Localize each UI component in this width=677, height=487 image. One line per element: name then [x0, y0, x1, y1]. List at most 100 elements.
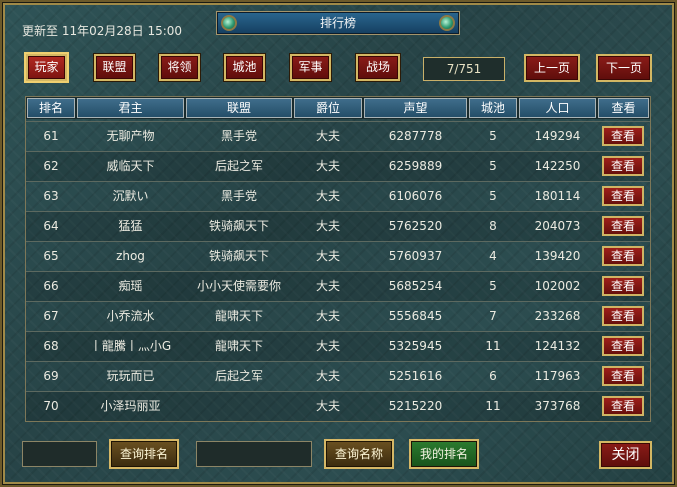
column-header-population[interactable]: 人口 [519, 98, 596, 118]
tab-military[interactable]: 军事 [290, 54, 331, 81]
lord-name-cell: 丨龍騰丨灬小G [89, 339, 172, 353]
column-header-alliance[interactable]: 联盟 [186, 98, 292, 118]
rank-cell: 69 [43, 369, 59, 383]
table-row: 69 玩玩而已 后起之军 大夫 5251616 6 117963 查看 [26, 361, 650, 391]
population-cell: 124132 [534, 339, 581, 353]
fame-cell: 6106076 [388, 189, 443, 203]
window-title-bar: 排行榜 [216, 11, 460, 35]
rank-cell: 70 [43, 399, 59, 413]
alliance-cell: 黑手党 [220, 129, 257, 143]
title-cell: 大夫 [315, 219, 340, 233]
rank-cell: 64 [43, 219, 59, 233]
rank-cell: 67 [43, 309, 59, 323]
population-cell: 142250 [534, 159, 581, 173]
alliance-cell: 龍啸天下 [214, 309, 263, 323]
view-button[interactable]: 查看 [602, 276, 644, 296]
title-cell: 大夫 [315, 369, 340, 383]
view-button[interactable]: 查看 [602, 336, 644, 356]
fame-cell: 5325945 [388, 339, 443, 353]
fame-cell: 5760937 [388, 249, 443, 263]
view-button[interactable]: 查看 [602, 126, 644, 146]
rank-cell: 61 [43, 129, 59, 143]
title-cell: 大夫 [315, 279, 340, 293]
alliance-cell: 小小天使需要你 [196, 279, 281, 293]
cities-cell: 5 [489, 159, 497, 173]
update-time-label: 更新至 11年02月28日 15:00 [22, 24, 183, 38]
population-cell: 204073 [534, 219, 581, 233]
my-rank-button[interactable]: 我的排名 [409, 439, 479, 469]
cities-cell: 5 [489, 189, 497, 203]
jade-ornament-icon [439, 15, 455, 31]
cities-cell: 5 [489, 279, 497, 293]
view-button[interactable]: 查看 [602, 306, 644, 326]
lord-name-cell: 小泽玛丽亚 [100, 399, 161, 413]
lord-name-cell: 玩玩而已 [106, 369, 155, 383]
lord-name-cell: zhog [116, 249, 145, 263]
table-header: 排名 君主 联盟 爵位 声望 城池 人口 查看 [26, 97, 650, 119]
rank-cell: 63 [43, 189, 59, 203]
table-row: 70 小泽玛丽亚 大夫 5215220 11 373768 查看 [26, 391, 650, 421]
alliance-cell: 后起之军 [214, 159, 263, 173]
lord-name-cell: 小乔流水 [106, 309, 155, 323]
population-cell: 180114 [534, 189, 581, 203]
fame-cell: 6259889 [388, 159, 443, 173]
table-row: 66 痴瑶 小小天使需要你 大夫 5685254 5 102002 查看 [26, 271, 650, 301]
column-header-rank[interactable]: 排名 [27, 98, 75, 118]
table-row: 65 zhog 铁骑飙天下 大夫 5760937 4 139420 查看 [26, 241, 650, 271]
lord-name-cell: 威临天下 [106, 159, 155, 173]
ranking-table: 排名 君主 联盟 爵位 声望 城池 人口 查看 61 无聊产物 黑手党 大夫 62877… [25, 96, 651, 422]
jade-ornament-icon [221, 15, 237, 31]
cities-cell: 7 [489, 309, 497, 323]
tab-cities[interactable]: 城池 [224, 54, 265, 81]
alliance-cell: 龍啸天下 [214, 339, 263, 353]
population-cell: 373768 [534, 399, 581, 413]
query-name-button[interactable]: 查询名称 [324, 439, 394, 469]
title-cell: 大夫 [315, 129, 340, 143]
alliance-cell: 铁骑飙天下 [208, 249, 269, 263]
lord-name-cell: 无聊产物 [106, 129, 155, 143]
cities-cell: 11 [485, 399, 501, 413]
alliance-cell [186, 392, 292, 421]
population-cell: 117963 [534, 369, 581, 383]
alliance-cell: 黑手党 [220, 189, 257, 203]
tab-generals[interactable]: 将领 [159, 54, 200, 81]
rank-cell: 66 [43, 279, 59, 293]
title-cell: 大夫 [315, 189, 340, 203]
name-query-input[interactable] [196, 441, 312, 467]
column-header-title[interactable]: 爵位 [294, 98, 362, 118]
close-button[interactable]: 关闭 [599, 441, 652, 469]
column-header-lord[interactable]: 君主 [77, 98, 184, 118]
cities-cell: 6 [489, 369, 497, 383]
tab-battlefield[interactable]: 战场 [356, 54, 400, 81]
tab-alliances[interactable]: 联盟 [94, 54, 135, 81]
title-cell: 大夫 [315, 399, 340, 413]
tab-players[interactable]: 玩家 [26, 54, 67, 81]
cities-cell: 4 [489, 249, 497, 263]
view-button[interactable]: 查看 [602, 246, 644, 266]
alliance-cell: 后起之军 [214, 369, 263, 383]
rank-cell: 62 [43, 159, 59, 173]
population-cell: 102002 [534, 279, 581, 293]
table-row: 64 猛猛 铁骑飙天下 大夫 5762520 8 204073 查看 [26, 211, 650, 241]
next-page-button[interactable]: 下一页 [596, 54, 652, 82]
view-button[interactable]: 查看 [602, 396, 644, 416]
rank-cell: 65 [43, 249, 59, 263]
table-row: 68 丨龍騰丨灬小G 龍啸天下 大夫 5325945 11 124132 查看 [26, 331, 650, 361]
population-cell: 233268 [534, 309, 581, 323]
rank-query-input[interactable] [22, 441, 97, 467]
view-button[interactable]: 查看 [602, 186, 644, 206]
fame-cell: 5556845 [388, 309, 443, 323]
column-header-cities[interactable]: 城池 [469, 98, 517, 118]
table-row: 61 无聊产物 黑手党 大夫 6287778 5 149294 查看 [26, 121, 650, 151]
query-rank-button[interactable]: 查询排名 [109, 439, 179, 469]
title-cell: 大夫 [315, 309, 340, 323]
window-title: 排行榜 [319, 16, 356, 30]
lord-name-cell: 痴瑶 [118, 279, 143, 293]
population-cell: 139420 [534, 249, 581, 263]
view-button[interactable]: 查看 [602, 366, 644, 386]
title-cell: 大夫 [315, 339, 340, 353]
view-button[interactable]: 查看 [602, 156, 644, 176]
prev-page-button[interactable]: 上一页 [524, 54, 580, 82]
column-header-fame[interactable]: 声望 [364, 98, 467, 118]
view-button[interactable]: 查看 [602, 216, 644, 236]
